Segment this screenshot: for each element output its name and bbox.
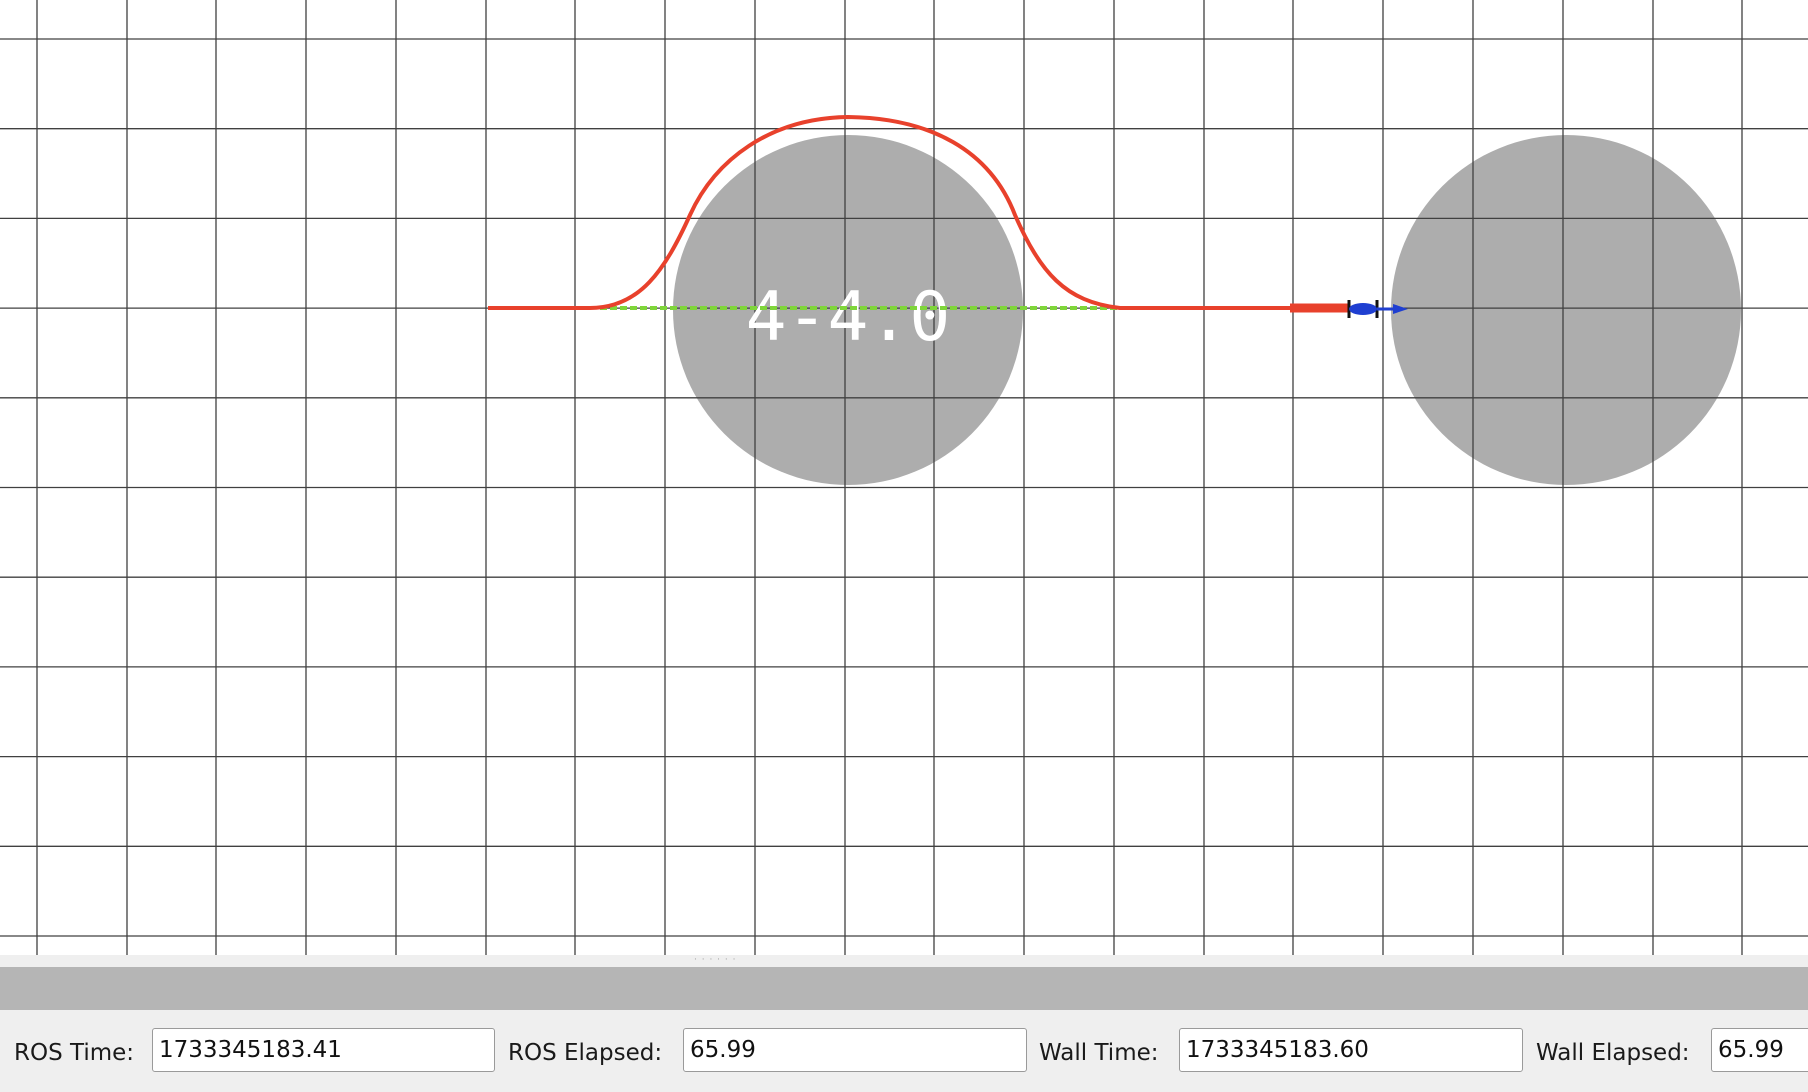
robot-body <box>1349 303 1377 315</box>
ros-time-field[interactable]: 1733345183.41 <box>152 1028 495 1072</box>
wall-elapsed-label: Wall Elapsed: <box>1536 1040 1690 1066</box>
wall-time-label: Wall Time: <box>1039 1040 1159 1066</box>
splitter-grip-icon[interactable]: · · · · · · <box>694 956 736 965</box>
collapsed-panel-bar <box>0 967 1808 1010</box>
ros-time-label: ROS Time: <box>14 1040 135 1066</box>
panel-splitter[interactable]: · · · · · · <box>0 955 1808 967</box>
cell-label: 4-4.0 <box>746 278 951 357</box>
wall-elapsed-field[interactable]: 65.99 <box>1711 1028 1808 1072</box>
wall-time-field[interactable]: 1733345183.60 <box>1179 1028 1523 1072</box>
render-viewport[interactable]: 4-4.0 <box>0 0 1808 955</box>
ros-elapsed-field[interactable]: 65.99 <box>683 1028 1027 1072</box>
scene-canvas: 4-4.0 <box>0 0 1808 955</box>
ros-elapsed-label: ROS Elapsed: <box>508 1040 663 1066</box>
obstacle-disc <box>1391 135 1741 485</box>
